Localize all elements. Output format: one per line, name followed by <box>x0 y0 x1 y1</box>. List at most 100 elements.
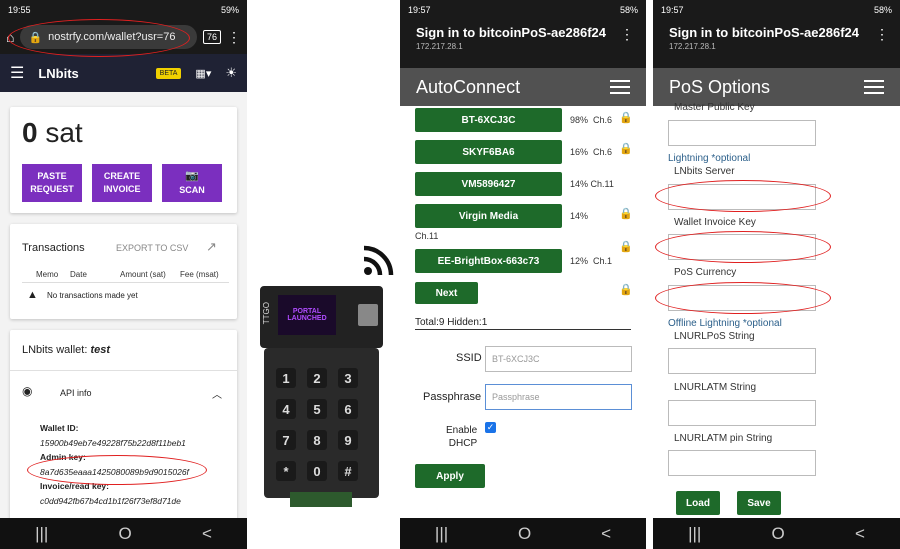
status-battery: 58% <box>873 5 892 15</box>
network-total: Total:9 Hidden:1 <box>415 317 488 328</box>
lock-icon: 🔒 <box>619 284 633 296</box>
overflow-menu-icon[interactable]: ⋮ <box>875 26 889 43</box>
keypad-key[interactable]: # <box>338 461 358 481</box>
lock-icon: 🔒 <box>619 241 633 253</box>
theme-icon[interactable]: ☀ <box>225 65 237 81</box>
offline-section-label: Offline Lightning *optional <box>668 318 782 329</box>
overflow-menu-icon[interactable]: ⋮ <box>620 26 634 43</box>
lnurlatm-pin-input[interactable] <box>668 450 816 476</box>
create-invoice-button[interactable]: CREATE INVOICE <box>92 164 152 202</box>
lnurlatm-input[interactable] <box>668 400 816 426</box>
hamburger-menu-icon[interactable] <box>610 80 630 94</box>
back-icon[interactable]: < <box>202 524 212 544</box>
ssid-label: SSID <box>456 352 482 364</box>
no-transactions-text: No transactions made yet <box>47 291 138 300</box>
recent-apps-icon[interactable]: ||| <box>35 524 48 544</box>
keypad-key[interactable]: 1 <box>276 368 296 388</box>
lnurlpos-input[interactable] <box>668 348 816 374</box>
network-info: 14% Ch.11 <box>570 179 614 189</box>
master-key-input[interactable] <box>668 120 816 146</box>
screen-line-1: PORTAL <box>292 308 322 315</box>
keypad-key[interactable]: 8 <box>307 430 327 450</box>
dhcp-checkbox[interactable]: ✓ <box>485 422 496 433</box>
col-date: Date <box>70 270 87 279</box>
android-nav-bar: ||| O < <box>0 518 247 549</box>
lock-icon: 🔒 <box>619 208 633 220</box>
pos-currency-label: PoS Currency <box>674 267 737 278</box>
scan-button[interactable]: 📷 SCAN <box>162 164 222 202</box>
col-fee: Fee (msat) <box>180 270 219 279</box>
network-button[interactable]: EE-BrightBox-663c73 <box>415 249 562 273</box>
keypad-key[interactable]: * <box>276 461 296 481</box>
network-signal: 12% <box>570 256 589 266</box>
lock-icon: 🔒 <box>619 112 633 124</box>
export-csv-button[interactable]: EXPORT TO CSV <box>116 243 188 253</box>
recent-apps-icon[interactable]: ||| <box>435 524 448 544</box>
tab-count-icon[interactable]: 76 <box>202 30 221 44</box>
keypad-key[interactable]: 4 <box>276 399 296 419</box>
invoice-key-value[interactable]: c0dd942fb67b4cd1b1f26f73ef8d71de <box>40 494 189 509</box>
chart-icon[interactable]: ↗ <box>206 239 217 255</box>
network-button[interactable]: Virgin Media <box>415 204 562 228</box>
next-button[interactable]: Next <box>415 282 478 304</box>
status-time: 19:57 <box>661 5 684 15</box>
status-bar: 19:55 59% <box>0 0 247 20</box>
app-name: LNbits <box>38 65 79 81</box>
recent-apps-icon[interactable]: ||| <box>688 524 701 544</box>
warning-icon: ▲ <box>27 289 38 301</box>
keypad-key[interactable]: 7 <box>276 430 296 450</box>
network-info: 12% Ch.1 <box>570 256 612 266</box>
dhcp-label-2: DHCP <box>448 438 478 449</box>
home-nav-icon[interactable]: O <box>772 524 785 544</box>
network-button[interactable]: BT-6XCJ3C <box>415 108 562 132</box>
api-info-toggle[interactable]: API info <box>60 388 92 398</box>
wallet-label: LNbits wallet: <box>22 344 91 356</box>
status-time: 19:57 <box>408 5 431 15</box>
currency-highlight-ellipse <box>655 282 831 314</box>
chevron-up-icon[interactable]: ︿ <box>212 386 222 401</box>
network-channel: Ch.6 <box>593 115 613 125</box>
ssid-input[interactable]: BT-6XCJ3C <box>485 346 632 372</box>
network-signal: 16% <box>570 147 589 157</box>
keypad-key[interactable]: 3 <box>338 368 358 388</box>
network-info: 98% Ch.6 <box>570 115 612 125</box>
back-icon[interactable]: < <box>601 524 611 544</box>
apply-button[interactable]: Apply <box>415 464 485 488</box>
back-icon[interactable]: < <box>855 524 865 544</box>
grid-icon[interactable]: ▦▾ <box>195 67 211 80</box>
invoice-key-highlight-ellipse <box>655 231 831 263</box>
keypad-key[interactable]: 9 <box>338 430 358 450</box>
create-label-2: INVOICE <box>103 184 141 194</box>
status-battery: 58% <box>619 5 638 15</box>
dhcp-label-1: Enable <box>446 425 478 436</box>
home-nav-icon[interactable]: O <box>119 524 132 544</box>
menu-icon[interactable]: ☰ <box>10 63 24 83</box>
keypad-key[interactable]: 2 <box>307 368 327 388</box>
android-nav-bar: ||| O < <box>400 518 646 549</box>
browser-menu-icon[interactable]: ⋮ <box>227 29 241 46</box>
paste-request-button[interactable]: PASTE REQUEST <box>22 164 82 202</box>
transactions-title: Transactions <box>22 242 85 254</box>
load-button[interactable]: Load <box>676 491 720 515</box>
balance-unit: sat <box>45 117 83 148</box>
network-button[interactable]: SKYF6BA6 <box>415 140 562 164</box>
captive-portal-header: 19:57 58% Sign in to bitcoinPoS-ae286f24… <box>400 0 646 68</box>
network-ssid: VM5896427 <box>461 178 516 190</box>
info-icon: ◉ <box>22 384 33 398</box>
home-nav-icon[interactable]: O <box>518 524 531 544</box>
wallet-id-value[interactable]: 15900b49eb7e49228f75b22d8f11beb1 <box>40 436 189 451</box>
hamburger-menu-icon[interactable] <box>864 80 884 94</box>
server-highlight-ellipse <box>655 180 831 212</box>
save-button[interactable]: Save <box>737 491 781 515</box>
keypad-key[interactable]: 5 <box>307 399 327 419</box>
network-channel: Ch.11 <box>415 231 439 241</box>
balance: 0 sat <box>10 107 237 149</box>
keypad-key[interactable]: 6 <box>338 399 358 419</box>
network-button[interactable]: VM5896427 <box>415 172 562 196</box>
portal-title: Sign in to bitcoinPoS-ae286f24 <box>416 25 606 40</box>
passphrase-input[interactable]: Passphrase <box>485 384 632 410</box>
network-channel: Ch.1 <box>593 256 613 266</box>
keypad-key[interactable]: 0 <box>307 461 327 481</box>
pos-options-title: PoS Options <box>669 76 771 97</box>
device-illustration: TTGO PORTAL LAUNCHED 1 2 3 4 5 6 7 8 9 * 0 # <box>247 0 400 549</box>
